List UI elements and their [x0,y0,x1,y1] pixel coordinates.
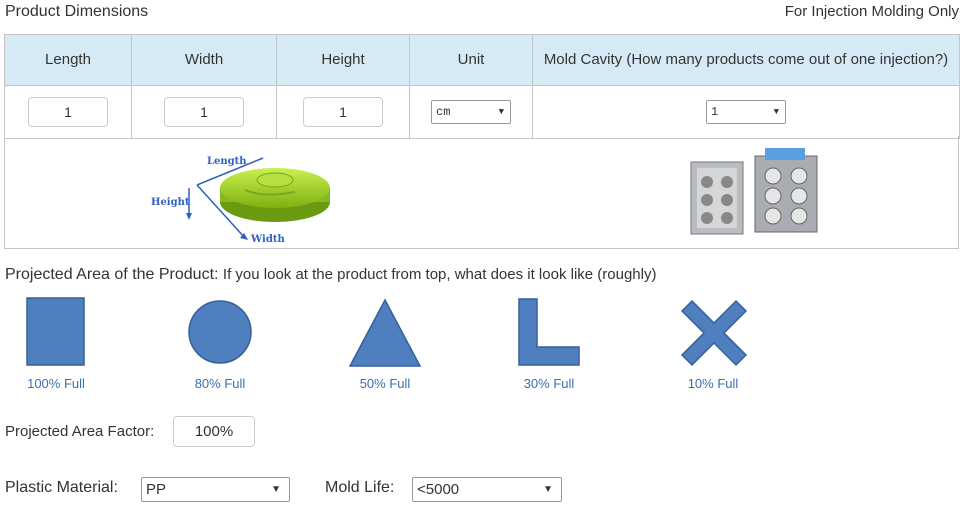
column-width: Width [131,34,277,86]
projected-area-heading: Projected Area of the Product: If you lo… [5,266,656,284]
square-icon[interactable] [26,297,86,367]
table-input-row: 1 1 1 cm ▼ 1 ▼ [4,85,960,139]
dropdown-arrow-icon: ▼ [498,107,504,117]
height-label: Height [151,197,190,208]
plastic-material-label: Plastic Material: [5,479,118,496]
l-shape-icon[interactable] [517,297,581,367]
length-label: Length [207,156,247,167]
projected-area-factor-label: Projected Area Factor: [5,423,155,440]
shape-label-30[interactable]: 30% Full [499,376,599,391]
cavity-select-value: 1 [711,105,719,119]
projected-area-title: Projected Area of the Product: [5,266,219,283]
dropdown-arrow-icon: ▼ [271,484,281,495]
mold-life-value: <5000 [417,481,460,498]
mold-life-label: Mold Life: [325,479,395,496]
illustration-row: Length Height Width [4,136,959,249]
unit-select[interactable]: cm ▼ [431,100,511,124]
column-length: Length [4,34,132,86]
x-shape-icon[interactable] [680,299,748,367]
injection-note: For Injection Molding Only [784,3,959,20]
column-unit: Unit [409,34,533,86]
shape-label-50[interactable]: 50% Full [335,376,435,391]
section-title: Product Dimensions [5,3,149,20]
shape-label-100[interactable]: 100% Full [6,376,106,391]
unit-select-value: cm [436,105,451,119]
projected-area-factor-input[interactable]: 100% [173,416,255,447]
mold-illustration [690,148,818,235]
mold-life-select[interactable]: <5000 ▼ [412,477,562,502]
length-input[interactable]: 1 [28,97,108,127]
height-input[interactable]: 1 [303,97,383,127]
table-header-row: Length Width Height Unit Mold Cavity (Ho… [4,34,960,86]
plastic-material-value: PP [146,481,167,498]
plastic-material-select[interactable]: PP ▼ [141,477,290,502]
shape-label-80[interactable]: 80% Full [170,376,270,391]
circle-icon[interactable] [187,299,253,365]
mold-cavity-select[interactable]: 1 ▼ [706,100,786,124]
product-dimension-diagram: Length Height Width [151,156,330,245]
width-input[interactable]: 1 [164,97,244,127]
dropdown-arrow-icon: ▼ [773,107,779,117]
dropdown-arrow-icon: ▼ [543,484,553,495]
shape-label-10[interactable]: 10% Full [663,376,763,391]
dimensions-table: Length Width Height Unit Mold Cavity (Ho… [4,34,960,139]
column-height: Height [276,34,410,86]
column-mold-cavity: Mold Cavity (How many products come out … [532,34,960,86]
width-label: Width [250,234,285,245]
projected-area-question: If you look at the product from top, wha… [222,266,657,283]
triangle-icon[interactable] [348,298,422,368]
